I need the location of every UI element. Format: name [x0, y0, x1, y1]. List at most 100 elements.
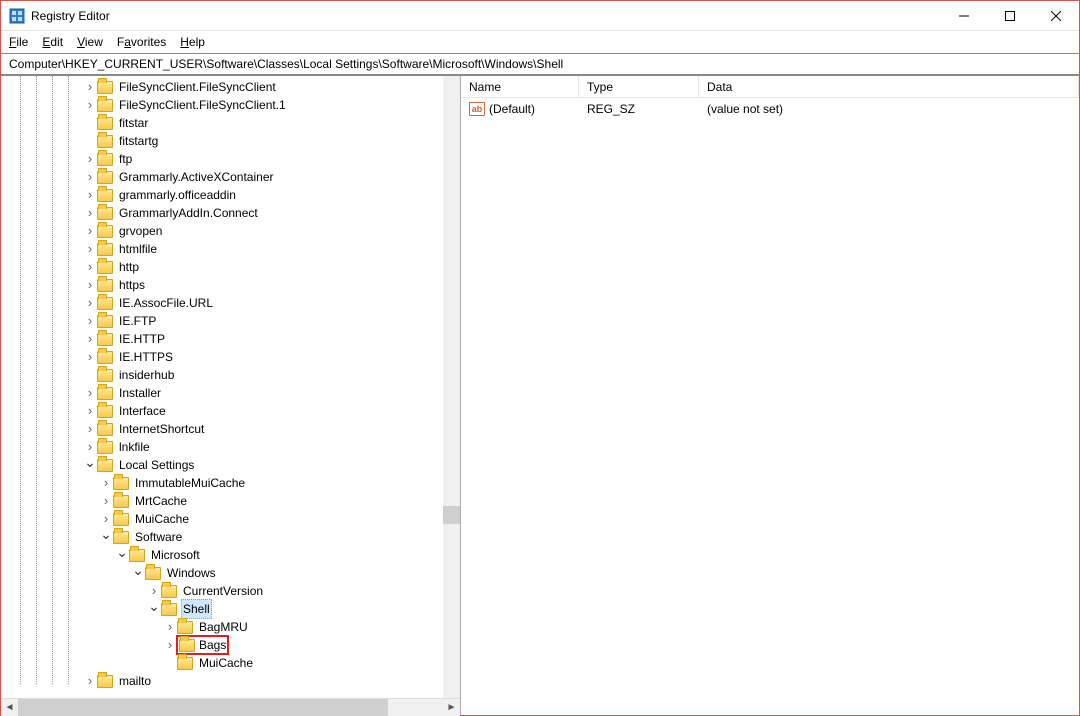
tree-node-label: insiderhub [117, 366, 176, 384]
tree-node[interactable]: ›lnkfile [5, 438, 460, 456]
menu-view[interactable]: View [77, 35, 103, 49]
chevron-down-icon[interactable]: ⌄ [115, 543, 129, 561]
scrollbar-thumb[interactable] [18, 699, 388, 716]
tree-node[interactable]: › Interface [5, 402, 460, 420]
tree-node[interactable]: ›https [5, 276, 460, 294]
chevron-right-icon[interactable]: › [83, 294, 97, 312]
chevron-right-icon[interactable]: › [83, 312, 97, 330]
tree-node[interactable]: ›grammarly.officeaddin [5, 186, 460, 204]
scrollbar-thumb[interactable] [443, 506, 460, 524]
chevron-right-icon[interactable]: › [83, 168, 97, 186]
scroll-left-icon[interactable]: ◄ [1, 699, 18, 716]
chevron-right-icon[interactable]: › [83, 78, 97, 96]
chevron-right-icon[interactable]: › [99, 474, 113, 492]
tree-node[interactable]: insiderhub [5, 366, 460, 384]
tree-node[interactable]: ›GrammarlyAddIn.Connect [5, 204, 460, 222]
chevron-down-icon[interactable]: ⌄ [147, 597, 161, 615]
folder-icon [97, 333, 113, 346]
tree-node[interactable]: › htmlfile [5, 240, 460, 258]
horizontal-scrollbar[interactable]: ◄ ► [1, 698, 460, 715]
tree-node[interactable]: ⌄ Shell [5, 600, 460, 618]
tree-node-label: CurrentVersion [181, 582, 265, 600]
tree-node[interactable]: ›Bags [5, 636, 460, 654]
col-header-type[interactable]: Type [579, 76, 699, 97]
tree-node-label: ftp [117, 150, 134, 168]
tree-node[interactable]: ›BagMRU [5, 618, 460, 636]
chevron-right-icon[interactable]: › [83, 276, 97, 294]
tree-node[interactable]: ›IE.HTTP [5, 330, 460, 348]
folder-icon [97, 207, 113, 220]
tree-node[interactable]: ›IE.AssocFile.URL [5, 294, 460, 312]
menu-edit[interactable]: Edit [42, 35, 63, 49]
chevron-right-icon[interactable]: › [83, 672, 97, 690]
chevron-right-icon[interactable]: › [83, 330, 97, 348]
list-body[interactable]: ab (Default) REG_SZ (value not set) [461, 98, 1079, 715]
chevron-right-icon[interactable]: › [83, 402, 97, 420]
tree-node-label: htmlfile [117, 240, 159, 258]
tree-node-highlighted[interactable]: Bags [177, 636, 228, 654]
tree-node-label: Interface [117, 402, 168, 420]
tree-node[interactable]: fitstar [5, 114, 460, 132]
tree-node[interactable]: › Installer [5, 384, 460, 402]
chevron-right-icon[interactable]: › [163, 636, 177, 654]
col-header-data[interactable]: Data [699, 76, 1079, 97]
folder-icon [177, 657, 193, 670]
tree-node[interactable]: ⌄Windows [5, 564, 460, 582]
tree-node[interactable]: ›Grammarly.ActiveXContainer [5, 168, 460, 186]
col-header-name[interactable]: Name [461, 76, 579, 97]
tree-node[interactable]: ›IE.FTP [5, 312, 460, 330]
close-button[interactable] [1033, 1, 1079, 31]
tree-node[interactable]: ⌄Software [5, 528, 460, 546]
titlebar: Registry Editor [1, 1, 1079, 31]
chevron-down-icon[interactable]: ⌄ [83, 453, 97, 471]
tree-node[interactable]: ›MrtCache [5, 492, 460, 510]
regedit-icon [9, 8, 25, 24]
minimize-button[interactable] [941, 1, 987, 31]
tree-node[interactable]: ›IE.HTTPS [5, 348, 460, 366]
menu-favorites[interactable]: Favorites [117, 35, 166, 49]
maximize-button[interactable] [987, 1, 1033, 31]
chevron-right-icon[interactable]: › [83, 240, 97, 258]
tree-node[interactable]: › ftp [5, 150, 460, 168]
chevron-right-icon[interactable]: › [83, 384, 97, 402]
chevron-right-icon[interactable]: › [83, 186, 97, 204]
chevron-right-icon[interactable]: › [83, 348, 97, 366]
chevron-right-icon[interactable]: › [83, 96, 97, 114]
folder-icon [161, 603, 177, 616]
list-header: Name Type Data [461, 76, 1079, 98]
chevron-right-icon[interactable]: › [83, 150, 97, 168]
address-bar[interactable]: Computer\HKEY_CURRENT_USER\Software\Clas… [1, 53, 1079, 76]
tree-node[interactable]: › FileSyncClient.FileSyncClient [5, 78, 460, 96]
scroll-right-icon[interactable]: ► [443, 699, 460, 716]
menu-help[interactable]: Help [180, 35, 205, 49]
tree-node[interactable]: ›FileSyncClient.FileSyncClient.1 [5, 96, 460, 114]
list-row[interactable]: ab (Default) REG_SZ (value not set) [461, 100, 1079, 118]
tree-node-label: FileSyncClient.FileSyncClient [117, 78, 278, 96]
folder-icon [113, 513, 129, 526]
tree-node-label: Installer [117, 384, 163, 402]
chevron-down-icon[interactable]: ⌄ [99, 525, 113, 543]
tree-scroll[interactable]: › FileSyncClient.FileSyncClient›FileSyncC… [1, 76, 460, 698]
tree-node[interactable]: fitstartg [5, 132, 460, 150]
chevron-right-icon[interactable]: › [163, 618, 177, 636]
chevron-right-icon[interactable]: › [83, 258, 97, 276]
tree-node-label: Shell [181, 599, 212, 619]
tree-node[interactable]: ⌄Local Settings [5, 456, 460, 474]
tree-node[interactable]: ›MuiCache [5, 510, 460, 528]
tree-node[interactable]: ›http [5, 258, 460, 276]
tree-node[interactable]: ›ImmutableMuiCache [5, 474, 460, 492]
chevron-right-icon[interactable]: › [83, 420, 97, 438]
tree-node[interactable]: ›mailto [5, 672, 460, 690]
chevron-right-icon[interactable]: › [83, 222, 97, 240]
tree-node[interactable]: MuiCache [5, 654, 460, 672]
menu-file[interactable]: File [9, 35, 28, 49]
chevron-down-icon[interactable]: ⌄ [131, 561, 145, 579]
tree-node[interactable]: › InternetShortcut [5, 420, 460, 438]
vertical-scrollbar[interactable] [443, 76, 460, 698]
tree-node-label: InternetShortcut [117, 420, 206, 438]
chevron-right-icon[interactable]: › [83, 204, 97, 222]
chevron-right-icon[interactable]: › [99, 492, 113, 510]
tree-node[interactable]: ⌄Microsoft [5, 546, 460, 564]
tree-node[interactable]: ›CurrentVersion [5, 582, 460, 600]
tree-node[interactable]: ›grvopen [5, 222, 460, 240]
